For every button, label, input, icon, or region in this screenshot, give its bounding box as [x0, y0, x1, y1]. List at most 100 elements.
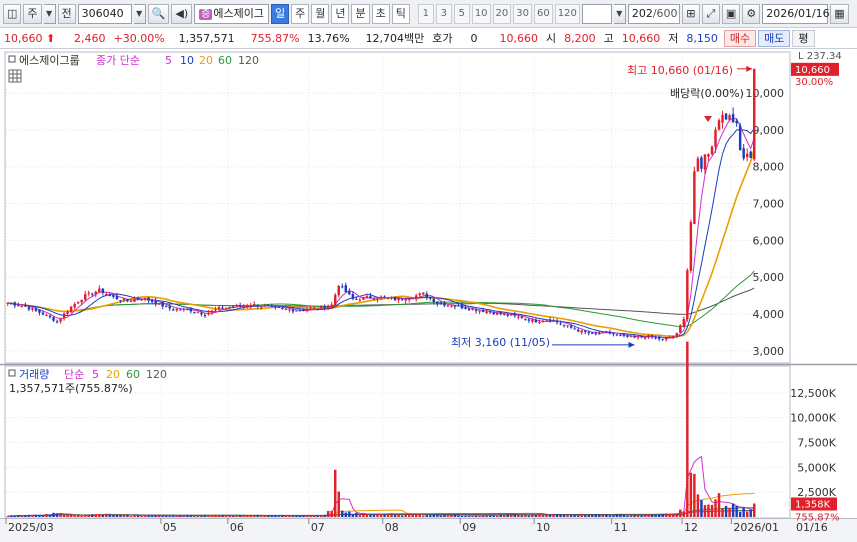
- candle-body: [471, 308, 474, 310]
- vol-ma-label-60: 60: [126, 368, 140, 381]
- interval-1[interactable]: 1: [417, 3, 434, 24]
- candle-body: [583, 330, 587, 332]
- calendar-icon[interactable]: ▦: [830, 3, 849, 24]
- candle-body: [24, 305, 27, 307]
- interval-60[interactable]: 60: [534, 3, 553, 24]
- candle-body: [517, 316, 520, 318]
- candle-body: [179, 309, 182, 311]
- candle-body: [753, 68, 756, 160]
- volume-toggle-icon[interactable]: [8, 369, 16, 377]
- stock-name[interactable]: 증 에스제이그: [194, 3, 269, 24]
- volume-bar: [724, 505, 728, 517]
- candle-body: [506, 314, 509, 316]
- volume-bar: [393, 514, 397, 517]
- volume-tick-label: 7,500K: [797, 437, 836, 450]
- period-week[interactable]: 주: [291, 3, 310, 24]
- stock-chart[interactable]: 3,000 4,000 5,000 6,000 7,000 8,000 9,000 10,00…: [0, 50, 857, 542]
- candle-body: [738, 125, 742, 151]
- period-day[interactable]: 일: [270, 3, 290, 24]
- interval-dropdown-icon[interactable]: ▼: [613, 3, 626, 24]
- volume-bar: [636, 515, 640, 517]
- candle-body: [154, 300, 157, 305]
- candle-body: [559, 323, 562, 325]
- chart-tools-icon[interactable]: ⊞: [681, 3, 700, 24]
- stock-code-input[interactable]: 306040: [77, 3, 132, 24]
- market-selector[interactable]: 주: [23, 3, 42, 24]
- candle-body: [281, 307, 284, 309]
- candle-body: [640, 335, 643, 338]
- volume-bar: [721, 508, 724, 517]
- interval-5[interactable]: 5: [453, 3, 470, 24]
- volume-bar: [619, 514, 622, 517]
- volume-bar: [742, 507, 745, 517]
- candle-body: [594, 333, 598, 335]
- volume-bar: [414, 514, 418, 517]
- chart-window-icon[interactable]: ◫: [3, 3, 22, 24]
- volume-bar: [214, 515, 217, 517]
- period-month[interactable]: 월: [311, 3, 330, 24]
- volume-bar: [312, 515, 316, 517]
- bar-count-total: /600: [652, 6, 678, 20]
- vol-ma-label-5: 5: [92, 368, 99, 381]
- date-tick-label: 12: [684, 521, 698, 534]
- custom-interval-input[interactable]: [581, 3, 612, 24]
- period-tick[interactable]: 틱: [391, 3, 410, 24]
- volume-bar: [664, 513, 668, 517]
- period-second[interactable]: 초: [371, 3, 390, 24]
- candle-body: [460, 304, 464, 309]
- date-tick-label: 08: [385, 521, 399, 534]
- volume-bar: [386, 514, 390, 517]
- sell-button[interactable]: 매도: [758, 29, 791, 47]
- interval-120[interactable]: 120: [554, 3, 580, 24]
- candle-body: [295, 310, 298, 312]
- volume-bar: [397, 514, 400, 517]
- eval-button[interactable]: 평: [792, 29, 815, 47]
- volume-bar: [735, 505, 738, 517]
- date-input[interactable]: 2026/01/16: [762, 3, 830, 24]
- prev-button[interactable]: 전: [57, 3, 76, 24]
- volume-bar: [27, 514, 31, 517]
- candle-body: [728, 115, 731, 120]
- interval-10[interactable]: 10: [471, 3, 491, 24]
- trade-amount: 12,704백만: [365, 32, 425, 45]
- save-icon[interactable]: ▣: [721, 3, 741, 24]
- period-minute[interactable]: 분: [351, 3, 370, 24]
- volume-bar: [457, 515, 460, 517]
- volume-bar: [495, 515, 499, 517]
- candle-body: [587, 332, 590, 334]
- speaker-icon[interactable]: ◀): [171, 3, 193, 24]
- candle-body: [654, 337, 657, 339]
- period-year[interactable]: 년: [331, 3, 350, 24]
- volume-bar: [376, 514, 379, 517]
- volume-bar: [615, 514, 619, 517]
- volume-bar: [548, 514, 552, 517]
- volume-bar: [513, 514, 517, 517]
- volume-bar: [432, 514, 436, 517]
- candle-body: [450, 306, 453, 308]
- interval-20[interactable]: 20: [492, 3, 512, 24]
- interval-30[interactable]: 30: [513, 3, 533, 24]
- candle-body: [253, 304, 256, 306]
- candle-body: [598, 333, 601, 335]
- chevron-down-icon[interactable]: ▼: [43, 3, 56, 24]
- volume-bar: [62, 515, 66, 517]
- gear-icon[interactable]: ⚙: [742, 3, 761, 24]
- buy-button[interactable]: 매수: [723, 29, 757, 47]
- volume-bar: [559, 514, 562, 517]
- bar-count-input[interactable]: 202/600: [627, 3, 680, 24]
- panel-toggle-icon[interactable]: [8, 55, 16, 63]
- grid-toggle-icon[interactable]: [8, 69, 22, 83]
- draw-line-icon[interactable]: ⤢: [701, 3, 720, 24]
- volume-bar: [506, 514, 509, 517]
- volume-bar: [122, 514, 126, 517]
- volume-bar: [330, 510, 333, 517]
- code-dropdown-icon[interactable]: ▼: [133, 3, 146, 24]
- candle-body: [629, 336, 633, 338]
- volume-bar: [679, 509, 682, 517]
- volume-bar: [309, 515, 312, 517]
- search-icon[interactable]: 🔍: [147, 3, 170, 24]
- price-tick-label: 4,000: [753, 308, 785, 321]
- volume-bar: [284, 515, 288, 517]
- volume-bar: [52, 512, 55, 517]
- interval-3[interactable]: 3: [435, 3, 452, 24]
